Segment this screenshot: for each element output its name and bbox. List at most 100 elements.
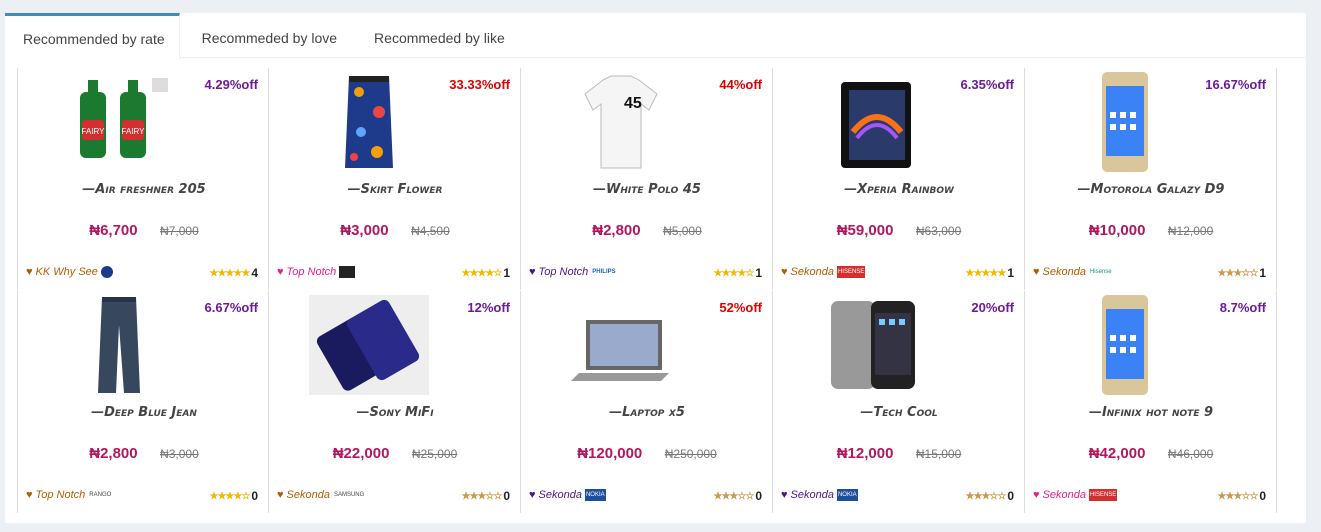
- rating: ★★★★☆ 1: [713, 266, 762, 280]
- current-price: ₦2,800: [592, 222, 641, 239]
- rating-count: 0: [1259, 489, 1266, 503]
- old-price: ₦3,000: [160, 447, 199, 461]
- heart-icon: ♥: [781, 489, 788, 501]
- product-name-link[interactable]: —Xperia Rainbow: [773, 182, 1025, 197]
- tab-recommended-by-like[interactable]: Recommeded by like: [352, 13, 520, 58]
- brand-logo: HISENSE: [836, 266, 866, 278]
- vendor-link[interactable]: ♥ Sekonda NOKIA: [781, 489, 858, 501]
- vendor-link[interactable]: ♥ Sekonda HISENSE: [781, 266, 866, 278]
- vendor-name: Sekonda: [538, 489, 582, 501]
- svg-text:FAIRY: FAIRY: [82, 127, 106, 136]
- product-card[interactable]: 6.35%off —Xperia Rainbow ₦59,000 ₦63,000…: [773, 68, 1025, 290]
- current-price: ₦6,700: [89, 222, 138, 239]
- brand-logo: PHILIPS: [592, 269, 616, 275]
- discount-label: 20%off: [971, 300, 1014, 315]
- brand-logo: NOKIA: [836, 489, 858, 501]
- brand-logo: HISENSE: [1088, 489, 1118, 501]
- vendor-name: Top Notch: [538, 266, 589, 278]
- vendor-link[interactable]: ♥ Sekonda NOKIA: [529, 489, 606, 501]
- discount-label: 4.29%off: [204, 77, 258, 92]
- star-rating-icon: ★★★★☆: [461, 267, 502, 279]
- product-card[interactable]: FAIRY FAIRY 4.29%off —Air freshner 205 ₦6…: [17, 68, 269, 290]
- heart-icon: ♥: [26, 489, 33, 501]
- vendor-name: KK Why See: [35, 266, 98, 278]
- price-row: ₦22,000 ₦25,000: [269, 445, 521, 463]
- product-name-link[interactable]: —White Polo 45: [521, 182, 773, 197]
- jeans-icon[interactable]: [58, 295, 178, 395]
- product-card[interactable]: 52%off —Laptop x5 ₦120,000 ₦250,000 ♥ Se…: [521, 291, 773, 513]
- star-rating-icon: ★★★☆☆: [965, 490, 1006, 502]
- product-name-link[interactable]: —Air freshner 205: [18, 182, 270, 197]
- brand-logo: [100, 266, 113, 278]
- discount-label: 16.67%off: [1205, 77, 1266, 92]
- fairy-bottles-icon[interactable]: FAIRY FAIRY: [58, 72, 178, 172]
- vendor-link[interactable]: ♥ KK Why See: [26, 266, 113, 278]
- price-row: ₦120,000 ₦250,000: [521, 445, 773, 463]
- rating: ★★★★★ 4: [209, 266, 258, 280]
- discount-label: 33.33%off: [449, 77, 510, 92]
- star-rating-icon: ★★★☆☆: [1217, 267, 1258, 279]
- skirt-icon[interactable]: [309, 72, 429, 172]
- phone-gold-icon[interactable]: [1065, 295, 1185, 395]
- price-row: ₦3,000 ₦4,500: [269, 222, 521, 240]
- current-price: ₦2,800: [89, 445, 138, 462]
- phone-dark-icon[interactable]: [813, 72, 933, 172]
- product-name-link[interactable]: —Motorola Galazy D9: [1025, 182, 1277, 197]
- product-card[interactable]: 8.7%off —Infinix hot note 9 ₦42,000 ₦46,…: [1025, 291, 1277, 513]
- vendor-link[interactable]: ♥ Top Notch PHILIPS: [529, 266, 617, 278]
- product-card[interactable]: 16.67%off —Motorola Galazy D9 ₦10,000 ₦1…: [1025, 68, 1277, 290]
- vendor-link[interactable]: ♥ Sekonda HISENSE: [1033, 489, 1118, 501]
- heart-icon: ♥: [1033, 266, 1040, 278]
- tab-bar: Recommended by rate Recommeded by love R…: [5, 13, 1306, 59]
- current-price: ₦22,000: [332, 445, 390, 462]
- current-price: ₦3,000: [340, 222, 389, 239]
- product-card[interactable]: 12%off —Sony MiFi ₦22,000 ₦25,000 ♥ Seko…: [269, 291, 521, 513]
- tab-recommended-by-love[interactable]: Recommeded by love: [180, 13, 352, 58]
- product-card[interactable]: 6.67%off —Deep Blue Jean ₦2,800 ₦3,000 ♥…: [17, 291, 269, 513]
- current-price: ₦59,000: [836, 222, 894, 239]
- rating-count: 1: [755, 266, 762, 280]
- phone-blue-icon[interactable]: [309, 295, 429, 395]
- product-card[interactable]: 45 44%off —White Polo 45 ₦2,800 ₦5,000 ♥…: [521, 68, 773, 290]
- discount-label: 6.35%off: [960, 77, 1014, 92]
- product-grid: FAIRY FAIRY 4.29%off —Air freshner 205 ₦6…: [17, 68, 1287, 522]
- discount-label: 12%off: [467, 300, 510, 315]
- current-price: ₦42,000: [1088, 445, 1146, 462]
- product-name-link[interactable]: —Sony MiFi: [269, 405, 521, 420]
- vendor-name: Sekonda: [286, 489, 330, 501]
- heart-icon: ♥: [277, 266, 284, 278]
- rating-count: 0: [755, 489, 762, 503]
- svg-text:FAIRY: FAIRY: [122, 127, 146, 136]
- laptop-icon[interactable]: [561, 295, 681, 395]
- old-price: ₦250,000: [664, 447, 717, 461]
- iphone-icon[interactable]: [813, 295, 933, 395]
- current-price: ₦12,000: [836, 445, 894, 462]
- vendor-link[interactable]: ♥ Top Notch RANGO: [26, 489, 112, 501]
- current-price: ₦10,000: [1088, 222, 1146, 239]
- product-card[interactable]: 20%off —Tech Cool ₦12,000 ₦15,000 ♥ Seko…: [773, 291, 1025, 513]
- rating: ★★★☆☆ 1: [1217, 266, 1266, 280]
- price-row: ₦2,800 ₦5,000: [521, 222, 773, 240]
- rating-count: 0: [503, 489, 510, 503]
- star-rating-icon: ★★★☆☆: [713, 490, 754, 502]
- product-name-link[interactable]: —Deep Blue Jean: [18, 405, 270, 420]
- product-name-link[interactable]: —Laptop x5: [521, 405, 773, 420]
- star-rating-icon: ★★★★★: [209, 267, 250, 279]
- product-card[interactable]: 33.33%off —Skirt Flower ₦3,000 ₦4,500 ♥ …: [269, 68, 521, 290]
- old-price: ₦4,500: [411, 224, 450, 238]
- price-row: ₦12,000 ₦15,000: [773, 445, 1025, 463]
- vendor-link[interactable]: ♥ Top Notch: [277, 266, 356, 278]
- svg-text:45: 45: [624, 95, 642, 112]
- product-name-link[interactable]: —Skirt Flower: [269, 182, 521, 197]
- rating-count: 0: [1007, 489, 1014, 503]
- tab-recommended-by-rate[interactable]: Recommended by rate: [5, 13, 180, 59]
- product-name-link[interactable]: —Tech Cool: [773, 405, 1025, 420]
- polo-shirt-icon[interactable]: 45: [561, 72, 681, 172]
- vendor-link[interactable]: ♥ Sekonda SAMSUNG: [277, 489, 365, 501]
- phone-gold-icon[interactable]: [1065, 72, 1185, 172]
- product-name-link[interactable]: —Infinix hot note 9: [1025, 405, 1277, 420]
- vendor-name: Sekonda: [790, 266, 834, 278]
- vendor-link[interactable]: ♥ Sekonda Hisense: [1033, 266, 1113, 278]
- old-price: ₦12,000: [1167, 224, 1214, 238]
- rating: ★★★★☆ 0: [209, 489, 258, 503]
